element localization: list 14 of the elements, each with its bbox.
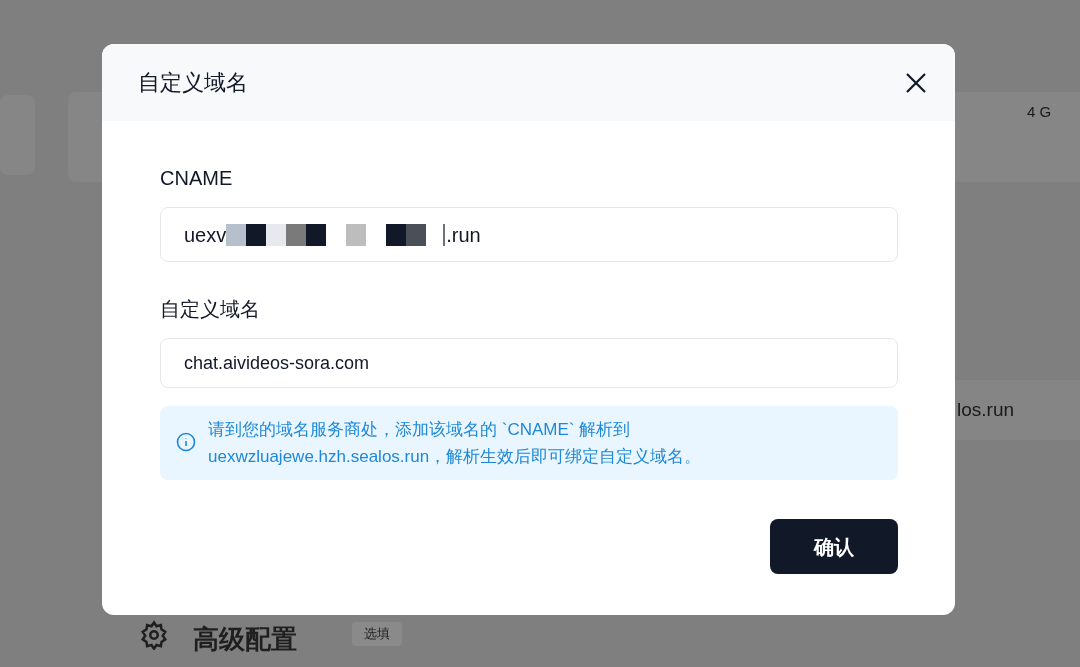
info-icon	[176, 432, 196, 452]
memory-value: 4 G	[1027, 102, 1052, 122]
notice-text: 请到您的域名服务商处，添加该域名的 `CNAME` 解析到 uexwzluajewe.hzh.sealos.run，解析生效后即可绑定自定义域名。	[208, 419, 703, 468]
domain-text: los.run	[957, 398, 1015, 422]
field-label: 自定义域名	[160, 297, 261, 322]
section-title: 高级配置	[193, 623, 297, 656]
settings-icon	[139, 620, 169, 650]
input-field[interactable]: uexv .run	[160, 207, 898, 262]
optional-badge: 选填	[352, 622, 402, 646]
confirm-button[interactable]: 确认	[770, 519, 898, 574]
close-icon[interactable]	[905, 71, 927, 94]
input-field[interactable]: chat.aivideos-sora.com	[160, 338, 898, 388]
field-label: CNAME	[160, 166, 234, 191]
dialog-title: 自定义域名	[138, 69, 248, 97]
